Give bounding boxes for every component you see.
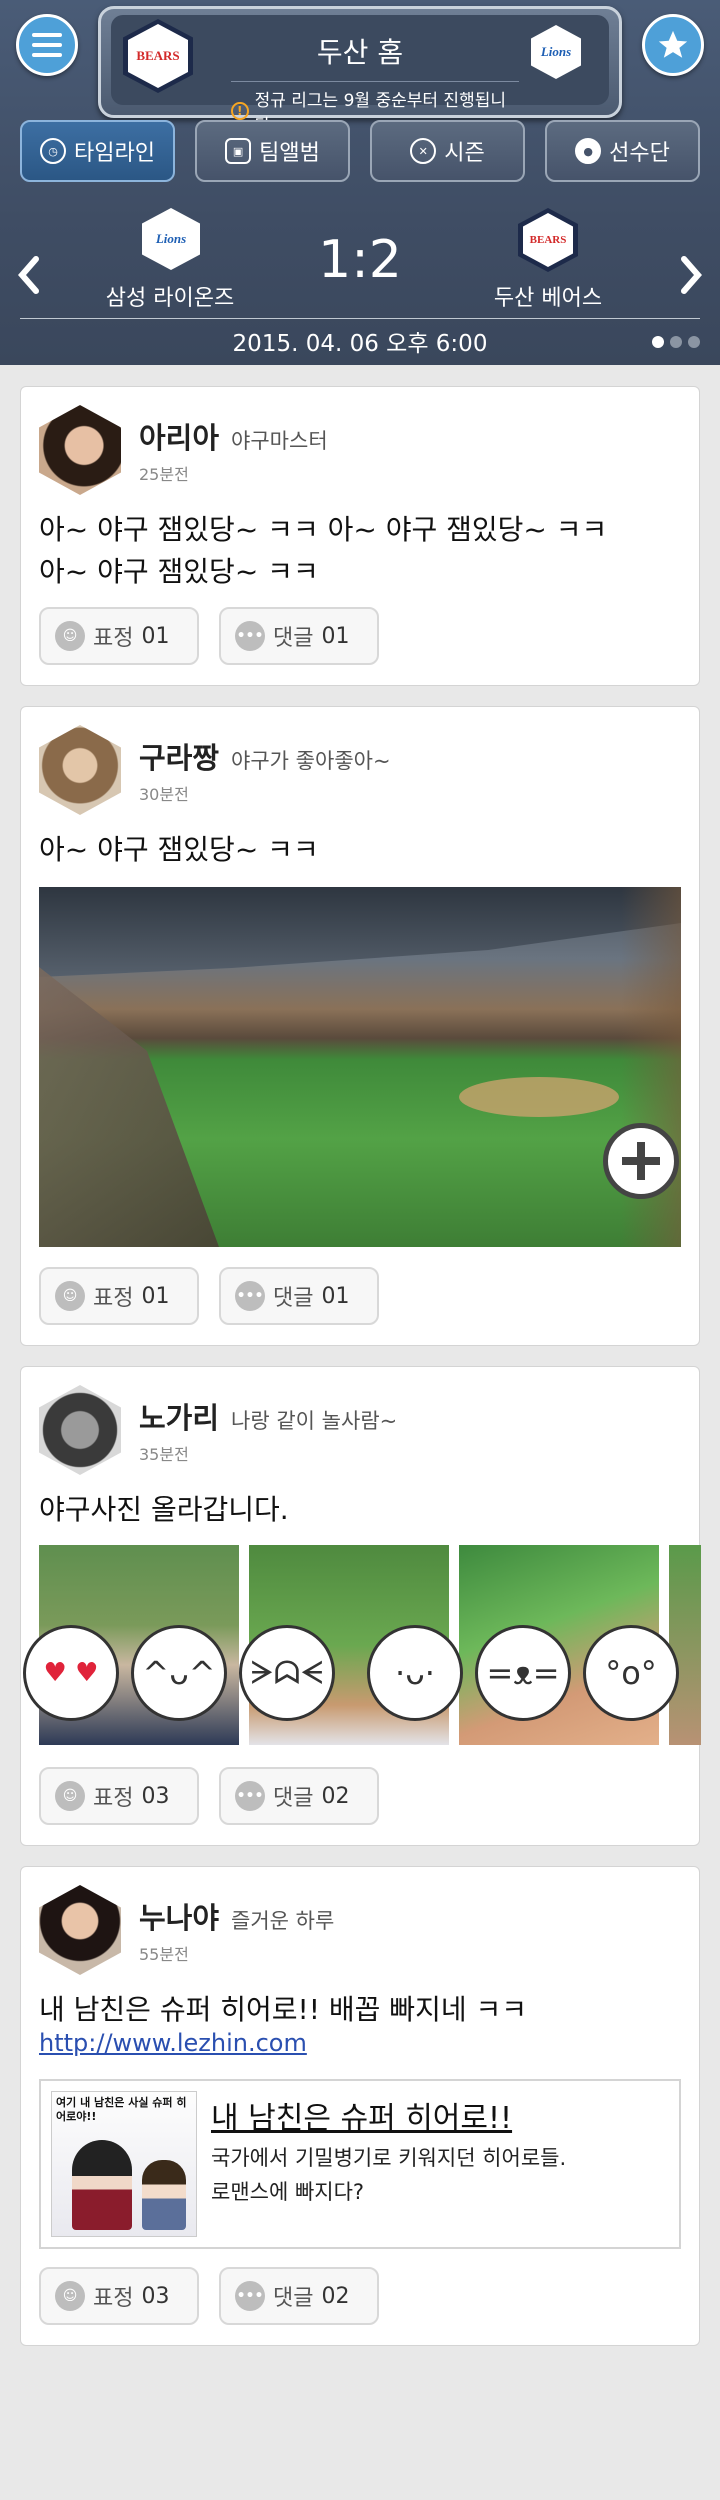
post-time: 55분전 <box>139 1945 189 1964</box>
helmet-icon: ● <box>575 138 602 164</box>
author-tag: 즐거운 하루 <box>231 1909 335 1933</box>
post-time: 25분전 <box>139 465 189 484</box>
tab-label: 타임라인 <box>74 141 155 166</box>
post-author[interactable]: 구라짱 야구가 좋아좋아~ <box>139 735 391 777</box>
post-card: 구라짱 야구가 좋아좋아~ 30분전 아~ 야구 잼있당~ ㅋㅋ ☺ 표정 01 ••… <box>20 706 700 1346</box>
star-icon <box>658 30 688 58</box>
smile-icon: ☺ <box>55 1781 85 1811</box>
author-tag: 나랑 같이 놀사람~ <box>231 1409 398 1433</box>
post-text: 아~ 야구 잼있당~ ㅋㅋ <box>39 833 319 866</box>
smile-icon: ☺ <box>55 2281 85 2311</box>
top-header: 두산 홈 ! 정규 리그는 9월 중순부터 진행됩니다. BEARS Lions… <box>0 0 720 365</box>
speech-bubble-icon: ••• <box>235 1781 265 1811</box>
tab-timeline[interactable]: ◷ 타임라인 <box>20 120 175 182</box>
post-card: 노가리 나랑 같이 놀사람~ 35분전 야구사진 올라갑니다. ♥ ♥ ^ᴗ^ ᗒ… <box>20 1366 701 1846</box>
link-preview-description: 국가에서 기밀병기로 키워지던 히어로들. 로맨스에 빠지다? <box>211 2146 567 2204</box>
opponent-team-logo: Lions <box>531 25 581 79</box>
avatar[interactable] <box>39 1385 121 1475</box>
baseball-icon: ✕ <box>410 138 437 164</box>
speech-bubble-icon: ••• <box>235 1281 265 1311</box>
angry-emoji[interactable]: ᗒᗣᗕ <box>239 1625 335 1721</box>
drooling-emoji[interactable]: =ᴥ= <box>475 1625 571 1721</box>
post-time: 35분전 <box>139 1445 189 1464</box>
scoreboard: Lions BEARS 삼성 라이온즈 1:2 두산 베어스 2015. 04.… <box>0 200 720 365</box>
album-icon: ▣ <box>225 138 252 164</box>
expression-button[interactable]: ☺ 표정 01 <box>39 607 199 665</box>
page-dot <box>652 336 664 348</box>
avatar[interactable] <box>39 1885 121 1975</box>
expression-button[interactable]: ☺ 표정 03 <box>39 2267 199 2325</box>
shocked-emoji[interactable]: °o° <box>583 1625 679 1721</box>
smile-icon: ☺ <box>55 1281 85 1311</box>
tab-roster[interactable]: ● 선수단 <box>545 120 700 182</box>
post-card: 아리아 야구마스터 25분전 아~ 야구 잼있당~ ㅋㅋ 아~ 야구 잼있당~ ㅋ… <box>20 386 700 686</box>
home-team-logo: BEARS <box>123 19 193 93</box>
smug-emoji[interactable]: ·ᴗ· <box>367 1625 463 1721</box>
expression-button[interactable]: ☺ 표정 01 <box>39 1267 199 1325</box>
tab-label: 팀앨범 <box>259 141 320 166</box>
speech-bubble-icon: ••• <box>235 621 265 651</box>
post-author[interactable]: 누나야 즐거운 하루 <box>139 1895 334 1937</box>
tab-label: 선수단 <box>609 141 670 166</box>
tab-bar: ◷ 타임라인 ▣ 팀앨범 ✕ 시즌 ● 선수단 <box>20 120 700 182</box>
game-datetime: 2015. 04. 06 오후 6:00 <box>232 331 488 357</box>
reaction-row: ☺ 표정 01 ••• 댓글 01 <box>39 607 379 665</box>
comment-button[interactable]: ••• 댓글 01 <box>219 1267 379 1325</box>
tab-team-album[interactable]: ▣ 팀앨범 <box>195 120 350 182</box>
avatar[interactable] <box>39 725 121 815</box>
away-team-name: 두산 베어스 <box>493 286 603 311</box>
laughing-emoji[interactable]: ^ᴗ^ <box>131 1625 227 1721</box>
comment-button[interactable]: ••• 댓글 02 <box>219 2267 379 2325</box>
link-preview-thumbnail: 여기 내 남친은 사실 슈퍼 히어로야!! <box>51 2091 197 2237</box>
gallery-photo[interactable] <box>669 1545 701 1745</box>
post-link[interactable]: http://www.lezhin.com <box>39 2029 307 2057</box>
reaction-row: ☺ 표정 01 ••• 댓글 01 <box>39 1267 379 1325</box>
plus-icon <box>622 1142 660 1180</box>
tab-label: 시즌 <box>444 141 485 166</box>
reaction-row: ☺ 표정 03 ••• 댓글 02 <box>39 2267 379 2325</box>
expression-button[interactable]: ☺ 표정 03 <box>39 1767 199 1825</box>
title-panel: 두산 홈 ! 정규 리그는 9월 중순부터 진행됩니다. BEARS Lions <box>98 6 622 136</box>
post-text: 내 남친은 슈퍼 히어로!! 배꼽 빠지네 ㅋㅋ <box>39 1993 528 2026</box>
author-tag: 야구마스터 <box>231 429 328 453</box>
smile-icon: ☺ <box>55 621 85 651</box>
comment-button[interactable]: ••• 댓글 01 <box>219 607 379 665</box>
post-text: 아~ 야구 잼있당~ ㅋㅋ 아~ 야구 잼있당~ ㅋㅋ 아~ 야구 잼있당~ ㅋ… <box>39 513 608 588</box>
favorite-button[interactable] <box>642 14 704 76</box>
page-dot <box>688 336 700 348</box>
link-preview-title: 내 남친은 슈퍼 히어로!! <box>211 2101 513 2136</box>
speech-bubble-icon: ••• <box>235 2281 265 2311</box>
post-photo[interactable] <box>39 887 681 1247</box>
menu-button[interactable] <box>16 14 78 76</box>
avatar[interactable] <box>39 405 121 495</box>
post-time: 30분전 <box>139 785 189 804</box>
reaction-row: ☺ 표정 03 ••• 댓글 02 <box>39 1767 379 1825</box>
tab-season[interactable]: ✕ 시즌 <box>370 120 525 182</box>
post-card: 누나야 즐거운 하루 55분전 내 남친은 슈퍼 히어로!! 배꼽 빠지네 ㅋㅋ … <box>20 1866 700 2346</box>
link-preview-card[interactable]: 여기 내 남친은 사실 슈퍼 히어로야!! 내 남친은 슈퍼 히어로!! 국가에… <box>39 2079 681 2249</box>
heart-eyes-emoji[interactable]: ♥ ♥ <box>23 1625 119 1721</box>
warning-icon: ! <box>231 102 249 120</box>
post-author[interactable]: 노가리 나랑 같이 놀사람~ <box>139 1395 397 1437</box>
author-tag: 야구가 좋아좋아~ <box>231 749 391 773</box>
post-text: 야구사진 올라갑니다. <box>39 1493 289 1526</box>
post-author[interactable]: 아리아 야구마스터 <box>139 415 328 457</box>
comment-button[interactable]: ••• 댓글 02 <box>219 1767 379 1825</box>
menu-icon <box>32 33 62 57</box>
add-photo-button[interactable] <box>603 1123 679 1199</box>
page-dot <box>670 336 682 348</box>
clock-icon: ◷ <box>40 138 67 164</box>
page-indicator <box>652 336 700 348</box>
